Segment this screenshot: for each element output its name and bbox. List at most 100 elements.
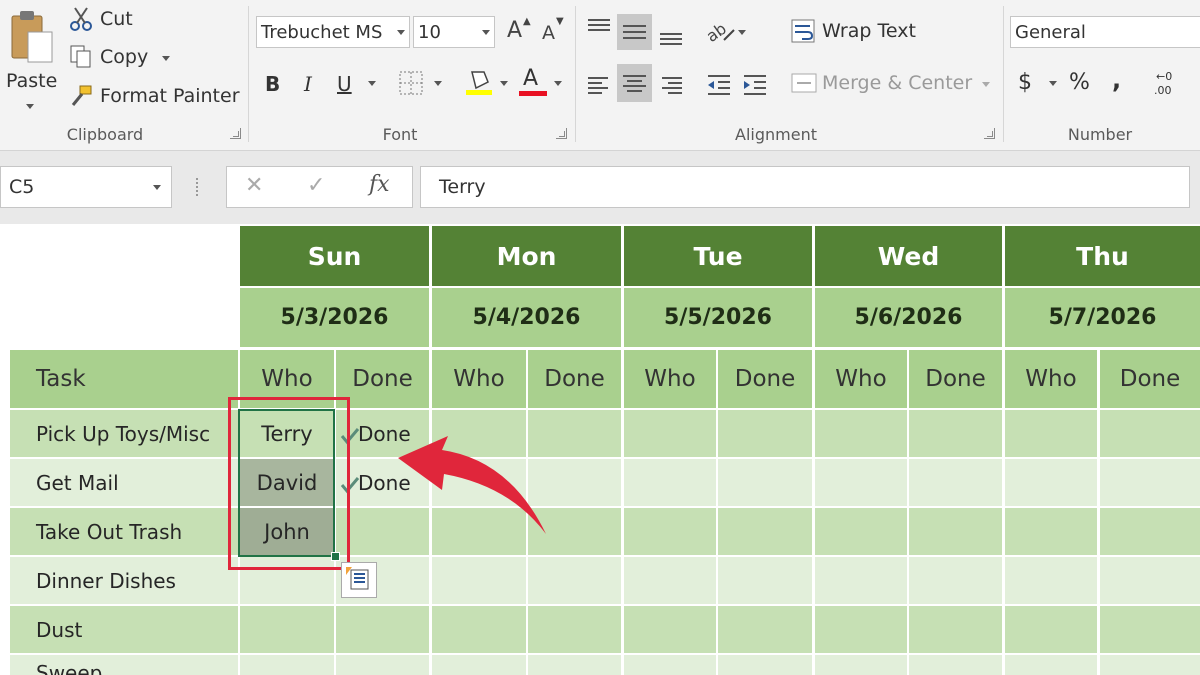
sheet-cell[interactable]	[528, 655, 621, 675]
top-align-icon[interactable]	[584, 14, 614, 44]
borders-icon[interactable]	[398, 70, 424, 96]
orientation-icon[interactable]: ab	[704, 16, 738, 46]
insert-function-button[interactable]: fx	[369, 172, 390, 197]
sheet-cell[interactable]	[624, 606, 716, 653]
underline-button[interactable]: U	[337, 72, 352, 96]
formula-input[interactable]: Terry	[420, 166, 1190, 208]
sheet-cell[interactable]	[528, 606, 621, 653]
font-name-combo[interactable]: Trebuchet MS	[256, 16, 410, 48]
sheet-cell[interactable]	[1100, 655, 1200, 675]
sheet-cell[interactable]	[909, 410, 1002, 457]
sheet-cell[interactable]	[815, 508, 907, 555]
decrease-indent-icon[interactable]	[704, 70, 734, 100]
date-cell-mon[interactable]: 5/4/2026	[432, 288, 621, 347]
font-color-button[interactable]: A	[518, 66, 548, 98]
cut-button[interactable]: Cut	[68, 6, 238, 34]
merge-center-button[interactable]: Merge & Center	[790, 70, 1000, 98]
font-color-dropdown-arrow[interactable]	[554, 81, 562, 86]
underline-dropdown-arrow[interactable]	[368, 81, 376, 86]
sheet-cell[interactable]	[432, 606, 526, 653]
sheet-cell[interactable]	[240, 606, 334, 653]
bold-button[interactable]: B	[265, 72, 280, 96]
sheet-cell[interactable]	[1005, 655, 1097, 675]
task-cell[interactable]: Pick Up Toys/Misc	[10, 410, 238, 457]
format-painter-button[interactable]: Format Painter	[68, 83, 248, 111]
fill-color-icon[interactable]	[464, 66, 494, 96]
wrap-text-button[interactable]: Wrap Text	[790, 18, 930, 46]
sheet-cell[interactable]	[815, 410, 907, 457]
bottom-align-icon[interactable]	[656, 20, 686, 50]
orientation-dropdown-arrow[interactable]	[738, 30, 746, 35]
enter-entry-icon[interactable]: ✓	[307, 173, 325, 198]
sheet-cell[interactable]	[1005, 508, 1097, 555]
cancel-entry-icon[interactable]: ✕	[245, 173, 263, 198]
date-cell-tue[interactable]: 5/5/2026	[624, 288, 812, 347]
sheet-cell[interactable]	[718, 410, 812, 457]
sheet-cell[interactable]	[1100, 459, 1200, 506]
sheet-cell[interactable]	[1100, 508, 1200, 555]
middle-align-button[interactable]	[617, 14, 652, 50]
borders-dropdown-arrow[interactable]	[434, 81, 442, 86]
fill-color-dropdown-arrow[interactable]	[500, 81, 508, 86]
sheet-cell[interactable]	[1100, 606, 1200, 653]
paste-button[interactable]: Paste	[4, 6, 57, 114]
task-cell[interactable]: Take Out Trash	[10, 508, 238, 555]
font-dialog-launcher[interactable]	[556, 128, 567, 139]
sheet-cell[interactable]	[240, 655, 334, 675]
date-cell-sun[interactable]: 5/3/2026	[240, 288, 429, 347]
sheet-cell[interactable]	[909, 459, 1002, 506]
name-box-dropdown-arrow[interactable]	[153, 185, 161, 190]
sheet-cell[interactable]	[815, 557, 907, 604]
sheet-cell[interactable]	[1100, 410, 1200, 457]
copy-button[interactable]: Copy	[68, 44, 238, 72]
sheet-cell[interactable]	[815, 655, 907, 675]
sheet-cell[interactable]	[718, 459, 812, 506]
italic-button[interactable]: I	[304, 72, 312, 96]
sheet-cell[interactable]	[718, 508, 812, 555]
name-box[interactable]: C5	[0, 166, 172, 208]
task-cell[interactable]: Get Mail	[10, 459, 238, 506]
task-cell[interactable]: Dust	[10, 606, 238, 653]
quick-analysis-button[interactable]	[341, 562, 377, 598]
align-left-icon[interactable]	[584, 70, 614, 100]
align-right-icon[interactable]	[656, 70, 686, 100]
sheet-cell[interactable]	[624, 557, 716, 604]
percent-button[interactable]: %	[1069, 70, 1090, 95]
sheet-cell[interactable]	[815, 606, 907, 653]
sheet-cell[interactable]	[909, 557, 1002, 604]
currency-dropdown-arrow[interactable]	[1049, 81, 1057, 86]
comma-style-button[interactable]: ,	[1112, 66, 1121, 94]
sheet-cell[interactable]	[718, 655, 812, 675]
alignment-dialog-launcher[interactable]	[984, 128, 995, 139]
sheet-cell[interactable]	[1100, 557, 1200, 604]
sheet-cell[interactable]	[909, 655, 1002, 675]
sheet-cell[interactable]	[624, 655, 716, 675]
sheet-cell[interactable]	[1005, 606, 1097, 653]
align-center-button[interactable]	[617, 64, 652, 102]
currency-button[interactable]: $	[1018, 70, 1032, 95]
sheet-cell[interactable]	[718, 606, 812, 653]
task-cell[interactable]: Dinner Dishes	[10, 557, 238, 604]
increase-decimal-icon[interactable]: ←0 .00	[1150, 68, 1184, 98]
grow-font-button[interactable]: A ▲	[505, 16, 531, 46]
sheet-cell[interactable]	[718, 557, 812, 604]
sheet-cell[interactable]	[909, 508, 1002, 555]
shrink-font-button[interactable]: A ▼	[540, 16, 566, 46]
number-format-combo[interactable]: General	[1010, 16, 1200, 48]
sheet-cell[interactable]	[909, 606, 1002, 653]
sheet-cell[interactable]	[336, 655, 429, 675]
font-size-combo[interactable]: 10	[413, 16, 495, 48]
increase-indent-icon[interactable]	[740, 70, 770, 100]
copy-dropdown-arrow[interactable]	[162, 56, 170, 61]
clipboard-dialog-launcher[interactable]	[230, 128, 241, 139]
sheet-cell[interactable]	[336, 606, 429, 653]
sheet-cell[interactable]	[815, 459, 907, 506]
sheet-cell[interactable]	[1005, 557, 1097, 604]
sheet-cell[interactable]	[624, 459, 716, 506]
date-cell-wed[interactable]: 5/6/2026	[815, 288, 1002, 347]
sheet-cell[interactable]	[432, 655, 526, 675]
sheet-cell[interactable]	[1005, 459, 1097, 506]
sheet-cell[interactable]	[624, 410, 716, 457]
sheet-cell[interactable]	[1005, 410, 1097, 457]
sheet-cell[interactable]	[624, 508, 716, 555]
